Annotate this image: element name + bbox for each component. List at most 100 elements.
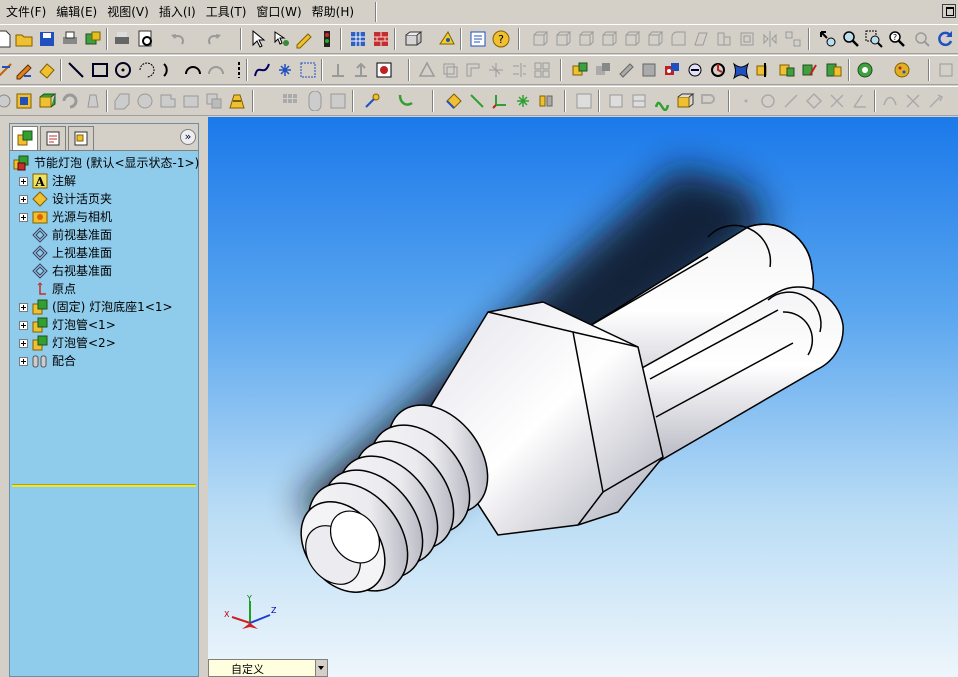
helix-icon[interactable] bbox=[652, 91, 672, 111]
wrap-feature-icon[interactable] bbox=[135, 91, 155, 111]
three-point-arc-icon[interactable] bbox=[183, 60, 203, 80]
extrude-boss-icon[interactable] bbox=[530, 29, 550, 49]
explode-view-icon[interactable] bbox=[685, 60, 705, 80]
tree-item-bulb-tube-2[interactable]: 灯泡管<2> bbox=[10, 334, 198, 352]
zoom-in-out-icon[interactable] bbox=[841, 29, 861, 49]
expand-icon[interactable] bbox=[19, 357, 28, 366]
eraser-icon[interactable] bbox=[37, 60, 57, 80]
select-arrow-icon[interactable] bbox=[248, 29, 268, 49]
view-orientation-dropdown[interactable]: 自定义 bbox=[208, 659, 328, 677]
tree-item-origin[interactable]: 原点 bbox=[10, 280, 198, 298]
chevron-down-icon[interactable] bbox=[315, 660, 327, 676]
expand-icon[interactable] bbox=[19, 177, 28, 186]
pattern-icon[interactable] bbox=[783, 29, 803, 49]
expand-icon[interactable] bbox=[19, 339, 28, 348]
menu-window[interactable]: 窗口(W) bbox=[252, 0, 305, 24]
interference-detection-icon[interactable] bbox=[708, 60, 728, 80]
menu-help[interactable]: 帮助(H) bbox=[308, 0, 358, 24]
draft-icon[interactable] bbox=[691, 29, 711, 49]
rebuild-icon[interactable] bbox=[271, 29, 291, 49]
sketch-cross-icon[interactable] bbox=[827, 91, 847, 111]
tree-item-mates[interactable]: 配合 bbox=[10, 352, 198, 370]
zoom-to-fit-icon[interactable] bbox=[818, 29, 838, 49]
extrude-cut-icon[interactable] bbox=[622, 29, 642, 49]
properties-list-icon[interactable] bbox=[468, 29, 488, 49]
preview-magnifier-icon[interactable] bbox=[136, 29, 156, 49]
line-icon[interactable] bbox=[66, 60, 86, 80]
offset-entities-icon[interactable] bbox=[374, 60, 394, 80]
arc-icon[interactable] bbox=[206, 60, 226, 80]
centerpoint-arc-icon[interactable] bbox=[137, 60, 157, 80]
collapse-panel-icon[interactable]: » bbox=[180, 129, 196, 145]
menu-file[interactable]: 文件(F) bbox=[2, 0, 50, 24]
convert-entities-icon[interactable] bbox=[351, 60, 371, 80]
coordinate-system-icon[interactable] bbox=[490, 91, 510, 111]
extrude-feature-icon[interactable] bbox=[14, 91, 34, 111]
graphics-viewport[interactable]: Y Z X 自定义 bbox=[208, 117, 958, 677]
revolve-cut-icon[interactable] bbox=[645, 29, 665, 49]
tree-root[interactable]: 节能灯泡 (默认<显示状态-1>) bbox=[10, 154, 199, 172]
reference-geometry-icon[interactable] bbox=[280, 91, 300, 111]
mate-reference-icon[interactable] bbox=[536, 91, 556, 111]
rotate-component-icon[interactable] bbox=[639, 60, 659, 80]
print-icon[interactable] bbox=[60, 29, 80, 49]
library-feature-icon[interactable] bbox=[328, 91, 348, 111]
sketch-pencil-icon[interactable] bbox=[294, 29, 314, 49]
tree-item-top-plane[interactable]: 上视基准面 bbox=[10, 244, 198, 262]
revolve-boss-icon[interactable] bbox=[553, 29, 573, 49]
expand-icon[interactable] bbox=[19, 303, 28, 312]
display-style-icon[interactable] bbox=[403, 29, 423, 49]
expand-icon[interactable] bbox=[19, 195, 28, 204]
boss-base-icon[interactable] bbox=[37, 91, 57, 111]
sketch-point-icon[interactable] bbox=[362, 91, 382, 111]
tree-item-right-plane[interactable]: 右视基准面 bbox=[10, 262, 198, 280]
revolve-feature-icon[interactable] bbox=[60, 91, 80, 111]
mirror-icon[interactable] bbox=[760, 29, 780, 49]
flex-feature-icon[interactable] bbox=[181, 91, 201, 111]
sketch-extend-icon[interactable] bbox=[926, 91, 946, 111]
tangent-arc-icon[interactable] bbox=[160, 60, 180, 80]
menu-view[interactable]: 视图(V) bbox=[103, 0, 153, 24]
traffic-light-icon[interactable] bbox=[317, 29, 337, 49]
rectangle-icon[interactable] bbox=[90, 60, 110, 80]
options-cube-icon[interactable] bbox=[83, 29, 103, 49]
sketch-line-icon[interactable] bbox=[781, 91, 801, 111]
curves-feature-icon[interactable] bbox=[227, 91, 247, 111]
scale-entities-icon[interactable] bbox=[486, 60, 506, 80]
menu-edit[interactable]: 编辑(E) bbox=[52, 0, 101, 24]
print-preview-icon[interactable] bbox=[112, 29, 132, 49]
linear-pattern-icon[interactable] bbox=[532, 60, 552, 80]
sweep-icon[interactable] bbox=[576, 29, 596, 49]
rollback-bar[interactable] bbox=[12, 484, 196, 487]
expand-icon[interactable] bbox=[19, 213, 28, 222]
mate-parts-icon[interactable] bbox=[593, 60, 613, 80]
appearance-dropdown-icon[interactable] bbox=[856, 60, 876, 80]
tree-item-bulb-base[interactable]: (固定) 灯泡底座1<1> bbox=[10, 298, 198, 316]
redo-icon[interactable] bbox=[204, 29, 224, 49]
tree-item-bulb-tube-1[interactable]: 灯泡管<1> bbox=[10, 316, 198, 334]
brick-pattern-icon[interactable] bbox=[371, 29, 391, 49]
surface-feature-icon[interactable] bbox=[305, 91, 325, 111]
hide-show-components-icon[interactable] bbox=[754, 60, 774, 80]
loft-icon[interactable] bbox=[599, 29, 619, 49]
shell-feature-icon[interactable] bbox=[112, 91, 132, 111]
plane-icon[interactable] bbox=[444, 91, 464, 111]
zoom-icon[interactable]: ? bbox=[887, 29, 907, 49]
tree-item-front-plane[interactable]: 前视基准面 bbox=[10, 226, 198, 244]
sketch-curve-icon[interactable] bbox=[880, 91, 900, 111]
sketch-circle-icon[interactable] bbox=[758, 91, 778, 111]
smart-fasteners-icon[interactable] bbox=[662, 60, 682, 80]
circle-icon[interactable] bbox=[113, 60, 133, 80]
help-icon[interactable]: ? bbox=[491, 29, 511, 49]
projected-curve-icon[interactable] bbox=[629, 91, 649, 111]
design-table-icon[interactable] bbox=[574, 91, 594, 111]
restore-window-icon[interactable] bbox=[942, 4, 956, 18]
assembly-insert-icon[interactable] bbox=[570, 60, 590, 80]
tab-feature-manager[interactable] bbox=[12, 126, 38, 150]
zoom-selection-icon[interactable] bbox=[912, 29, 932, 49]
edit-component-icon[interactable] bbox=[800, 60, 820, 80]
change-transparency-icon[interactable] bbox=[777, 60, 797, 80]
spline-feature-icon[interactable] bbox=[396, 91, 416, 111]
tree-item-lights-cameras[interactable]: 光源与相机 bbox=[10, 208, 198, 226]
grid-icon[interactable] bbox=[348, 29, 368, 49]
